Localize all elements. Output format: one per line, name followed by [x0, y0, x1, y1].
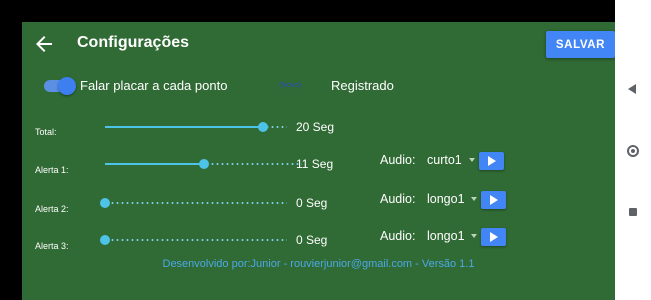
speak-score-toggle[interactable] [42, 77, 76, 95]
slider-alerta-3[interactable] [100, 233, 287, 247]
audio-label-alerta-3: Audio: [380, 229, 416, 243]
recents-icon[interactable] [629, 208, 637, 216]
timer-label-alerta-2: Alerta 2: [35, 204, 69, 214]
speak-score-label: Falar placar a cada ponto [80, 78, 228, 93]
audio-selected-value: curto1 [427, 153, 462, 167]
audio-label-alerta-2: Audio: [380, 192, 416, 206]
slider-alerta-2[interactable] [100, 196, 287, 210]
play-icon [490, 195, 498, 205]
home-icon[interactable] [627, 145, 639, 157]
play-button-alerta-1[interactable] [479, 152, 504, 170]
audio-label-alerta-1: Audio: [380, 153, 416, 167]
back-arrow-icon[interactable] [32, 32, 56, 56]
slider-thumb[interactable] [100, 198, 110, 208]
audio-select-alerta-1[interactable]: curto1 [427, 152, 477, 170]
toggle-knob [58, 77, 76, 95]
play-icon [490, 232, 498, 242]
slider-thumb[interactable] [258, 122, 269, 132]
settings-dialog: Configurações SALVAR Falar placar a cada… [22, 22, 615, 300]
slider-thumb[interactable] [198, 159, 209, 169]
slider-fill [105, 163, 204, 165]
play-button-alerta-2[interactable] [481, 191, 506, 209]
registration-status: Registrado [331, 78, 394, 93]
save-button[interactable]: SALVAR [546, 31, 615, 58]
slider-thumb[interactable] [100, 235, 110, 245]
slider-total[interactable] [105, 120, 287, 134]
timer-value-alerta-3: 0 Seg [296, 233, 328, 247]
developer-credit: Desenvolvido por:Junior - rouvierjunior@… [162, 258, 475, 270]
slider-rail [105, 239, 287, 241]
audio-select-alerta-2[interactable]: longo1 [427, 191, 479, 209]
timer-value-alerta-1: 11 Seg [296, 157, 334, 171]
page-title: Configurações [77, 34, 190, 51]
timer-label-total: Total: [35, 127, 57, 137]
dropdown-caret-icon [471, 197, 477, 201]
new-badge: (Novo) [279, 80, 302, 89]
play-button-alerta-3[interactable] [481, 228, 506, 246]
timer-value-total: 20 Seg [296, 120, 335, 134]
timer-value-alerta-2: 0 Seg [296, 196, 328, 210]
timer-label-alerta-3: Alerta 3: [35, 241, 69, 251]
slider-alerta-1[interactable] [105, 157, 302, 171]
timer-label-alerta-1: Alerta 1: [35, 165, 69, 175]
app-window: Configurações SALVAR Falar placar a cada… [0, 0, 615, 300]
audio-selected-value: longo1 [427, 192, 465, 206]
slider-fill [105, 126, 264, 128]
dropdown-caret-icon [471, 234, 477, 238]
dropdown-caret-icon [469, 158, 475, 162]
back-icon[interactable] [628, 84, 636, 94]
audio-selected-value: longo1 [427, 229, 465, 243]
play-icon [488, 156, 496, 166]
system-nav-bar [615, 0, 651, 300]
audio-select-alerta-3[interactable]: longo1 [427, 228, 479, 246]
app-bar: Configurações SALVAR [22, 22, 615, 66]
slider-rail [105, 202, 287, 204]
